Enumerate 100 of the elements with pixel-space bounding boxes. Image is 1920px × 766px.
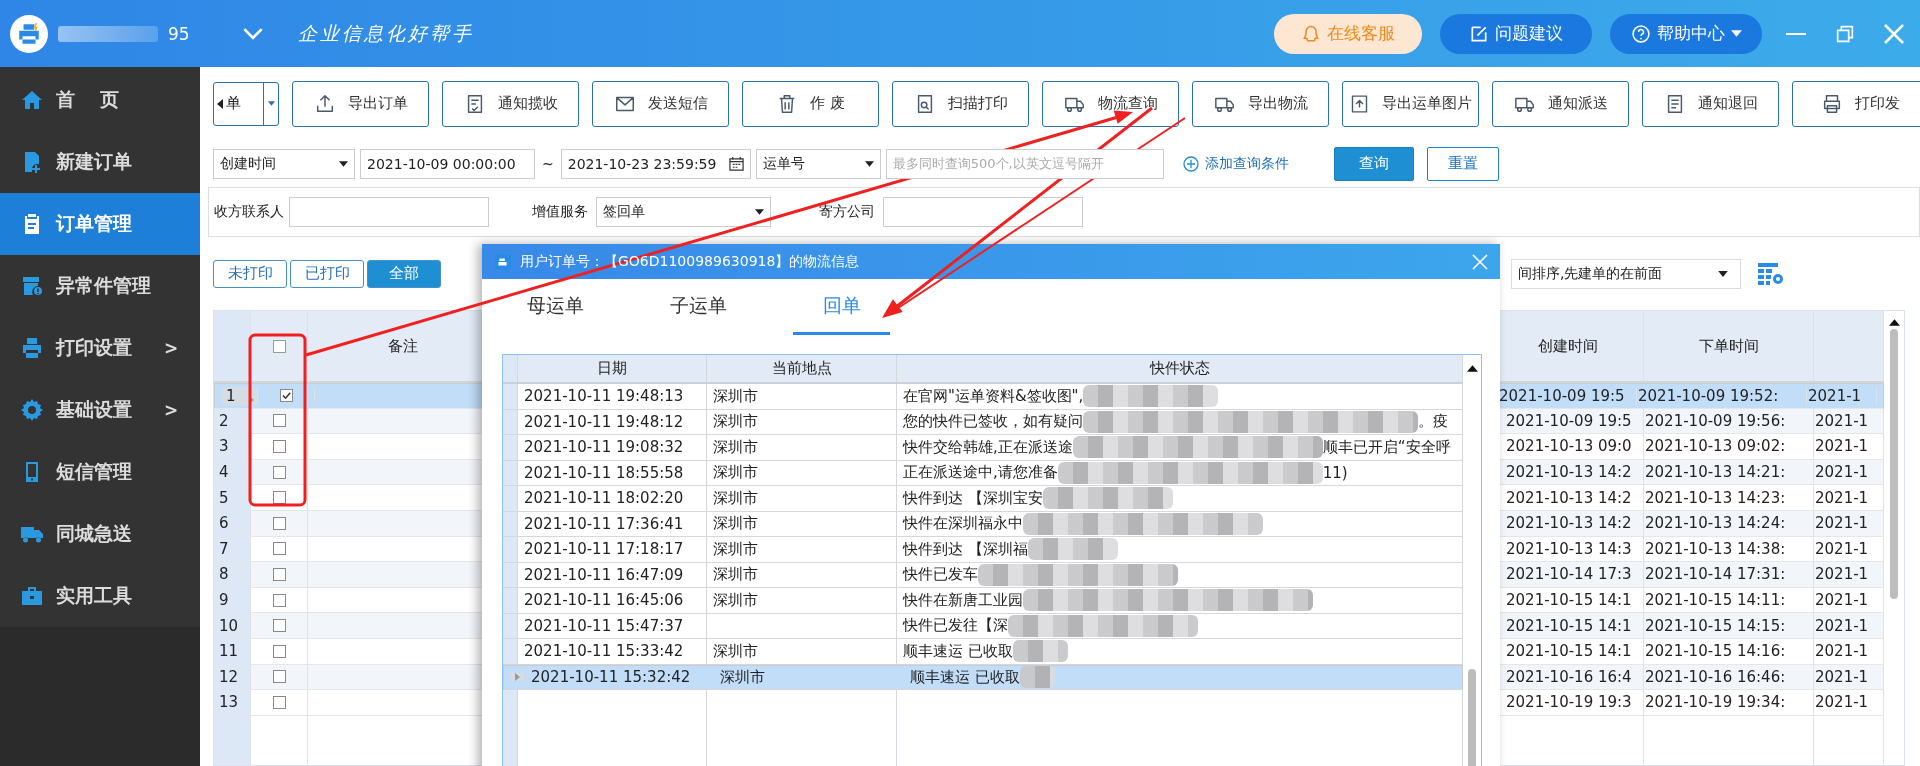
search-field-select[interactable]: 运单号 [755, 148, 881, 179]
logistics-row[interactable]: 2021-10-11 19:48:13 深圳市 在官网"运单资料&签收图", [503, 384, 1463, 410]
logistics-row[interactable]: 2021-10-11 19:08:32 深圳市 快件交给韩雄,正在派送途 顺丰已开启“安全呼 [503, 435, 1463, 461]
toolbar-button[interactable]: 扫描打印 [892, 80, 1029, 127]
row-number: 8 [214, 562, 251, 587]
row-checkbox[interactable] [272, 670, 286, 684]
scrollbar-thumb[interactable] [1890, 329, 1898, 599]
sidebar-item[interactable]: 首 页 [0, 69, 200, 131]
date-cell: 2021-10-11 19:48:12 [518, 409, 707, 434]
column-header[interactable]: 快件状态 [897, 355, 1463, 382]
sidebar-item[interactable]: 新建订单 [0, 131, 200, 193]
logistics-row[interactable]: 2021-10-11 15:32:42 深圳市 顺丰速运 已收取 [503, 664, 1463, 690]
sidebar-item[interactable]: 短信管理 [0, 441, 200, 503]
logistics-row[interactable]: 2021-10-11 17:18:17 深圳市 快件到达 【深圳福 [503, 537, 1463, 563]
dialog-tab[interactable]: 母运单 [507, 279, 604, 335]
logistics-row[interactable]: 2021-10-11 15:47:37 快件已发往【深 [503, 613, 1463, 639]
sidebar-item[interactable]: 同城急送 [0, 503, 200, 565]
toolbar-button[interactable]: 打印发 [1792, 80, 1920, 127]
print-filter-tab[interactable]: 已打印 [290, 259, 364, 288]
logistics-row[interactable]: 2021-10-11 19:48:12 深圳市 您的快件已签收，如有疑问 。疫 [503, 409, 1463, 435]
scroll-left-icon[interactable] [217, 98, 223, 109]
calendar-icon[interactable] [728, 156, 744, 171]
logistics-row[interactable]: 2021-10-11 17:36:41 深圳市 快件在深圳福永中 [503, 511, 1463, 537]
sidebar-item[interactable]: 基础设置 > [0, 379, 200, 441]
dialog-tab[interactable]: 子运单 [650, 279, 747, 335]
close-icon[interactable] [1472, 253, 1488, 270]
row-checkbox[interactable] [272, 567, 286, 581]
row-checkbox[interactable] [272, 414, 286, 428]
scroll-up-icon[interactable] [1466, 365, 1478, 372]
toolbar-button[interactable]: 导出订单 [292, 80, 429, 127]
feedback-button[interactable]: 问题建议 [1440, 13, 1592, 54]
sidebar-item[interactable]: 实用工具 [0, 565, 200, 627]
row-checkbox[interactable] [272, 465, 286, 479]
toolbar-button[interactable]: 通知揽收 [442, 80, 579, 127]
sender-company-field[interactable] [883, 197, 1083, 227]
row-checkbox[interactable] [279, 389, 293, 403]
row-number: 9 [214, 587, 251, 613]
toolbar-button[interactable]: 发送短信 [592, 80, 729, 127]
toolbar-button[interactable]: 通知派送 [1492, 80, 1629, 127]
column-header[interactable]: 日期 [518, 355, 707, 382]
date-from-field[interactable]: 2021-10-09 00:00:00 [360, 148, 535, 179]
sidebar-item[interactable]: 打印设置 > [0, 317, 200, 379]
range-separator: ~ [542, 155, 554, 172]
toolbar-button[interactable]: 通知退回 [1642, 80, 1779, 127]
row-checkbox[interactable] [272, 695, 286, 709]
split-button[interactable]: 单 [213, 81, 279, 126]
row-checkbox[interactable] [272, 440, 286, 453]
app-slogan: 企业信息化好帮手 [297, 20, 474, 46]
query-button[interactable]: 查询 [1333, 146, 1414, 181]
logistics-row[interactable]: 2021-10-11 18:02:20 深圳市 快件到达 【深圳宝安 [503, 486, 1463, 512]
reset-button[interactable]: 重置 [1426, 146, 1499, 181]
search-field[interactable]: 最多同时查询500个,以英文逗号隔开 [885, 148, 1164, 179]
print-filter-tab[interactable]: 全部 [367, 259, 441, 288]
caret-icon[interactable] [267, 101, 275, 106]
sort-select[interactable]: 间排序,先建单的在前面 [1511, 258, 1741, 289]
chevron-down-icon[interactable] [241, 27, 264, 40]
status-text: 11) [1322, 463, 1348, 482]
image-upload-icon [1349, 92, 1370, 115]
date-field-select[interactable]: 创建时间 [213, 148, 355, 179]
location-cell: 深圳市 [713, 463, 758, 483]
toolbar-button[interactable]: 作 废 [742, 80, 879, 127]
print-filter-tab[interactable]: 未打印 [213, 259, 287, 288]
scrollbar-thumb[interactable] [1468, 669, 1476, 766]
toolbar-button[interactable]: 导出运单图片 [1342, 80, 1479, 127]
date-cell: 2021-10-11 18:55:58 [518, 460, 707, 485]
scroll-up-icon[interactable] [1888, 319, 1900, 326]
sender-company-label: 寄方公司 [819, 203, 875, 221]
table-cell: 2021-10-13 14:21: [1644, 459, 1814, 485]
column-header[interactable]: 当前地点 [707, 355, 897, 382]
date-cell: 2021-10-11 17:18:17 [518, 537, 707, 562]
date-to-field[interactable]: 2021-10-23 23:59:59 [560, 148, 751, 179]
row-checkbox[interactable] [272, 619, 286, 633]
close-icon[interactable] [1882, 21, 1906, 46]
select-all-checkbox[interactable] [272, 339, 286, 353]
table-cell: 2021-10-09 19:56: [1644, 408, 1814, 434]
row-checkbox[interactable] [272, 644, 286, 658]
sidebar-item[interactable]: 订单管理 [0, 193, 200, 255]
column-header[interactable]: 下单时间 [1644, 311, 1814, 381]
status-text: 顺丰已开启“安全呼 [1322, 437, 1451, 457]
toolbar-button[interactable]: 导出物流 [1192, 80, 1329, 127]
toolbar-button[interactable]: 物流查询 [1042, 80, 1179, 127]
table-settings-icon[interactable] [1757, 260, 1785, 287]
add-condition-link[interactable]: 添加查询条件 [1182, 154, 1289, 173]
table-cell: 2021-10-14 17:31: [1644, 562, 1814, 587]
logistics-row[interactable]: 2021-10-11 16:47:09 深圳市 快件已发车 [503, 562, 1463, 588]
sidebar-item[interactable]: 异常件管理 [0, 255, 200, 317]
logistics-row[interactable]: 2021-10-11 18:55:58 深圳市 正在派送途中,请您准备 11) [503, 460, 1463, 486]
table-cell: 2021-1 [1807, 386, 1877, 405]
logistics-row[interactable]: 2021-10-11 15:33:42 深圳市 顺丰速运 已收取 [503, 639, 1463, 665]
row-checkbox[interactable] [272, 542, 286, 556]
row-checkbox[interactable] [272, 593, 286, 607]
date-cell: 2021-10-11 19:48:13 [518, 384, 707, 409]
receiver-contact-field[interactable] [289, 197, 489, 227]
date-cell: 2021-10-11 15:32:42 [525, 668, 714, 687]
value-added-select[interactable]: 签回单 [596, 197, 771, 227]
date-cell: 2021-10-11 15:33:42 [518, 639, 707, 664]
row-checkbox[interactable] [272, 516, 286, 530]
row-checkbox[interactable] [272, 491, 286, 505]
logistics-row[interactable]: 2021-10-11 16:45:06 深圳市 快件在新唐工业园 [503, 588, 1463, 614]
help-button[interactable]: 帮助中心 [1610, 13, 1762, 54]
